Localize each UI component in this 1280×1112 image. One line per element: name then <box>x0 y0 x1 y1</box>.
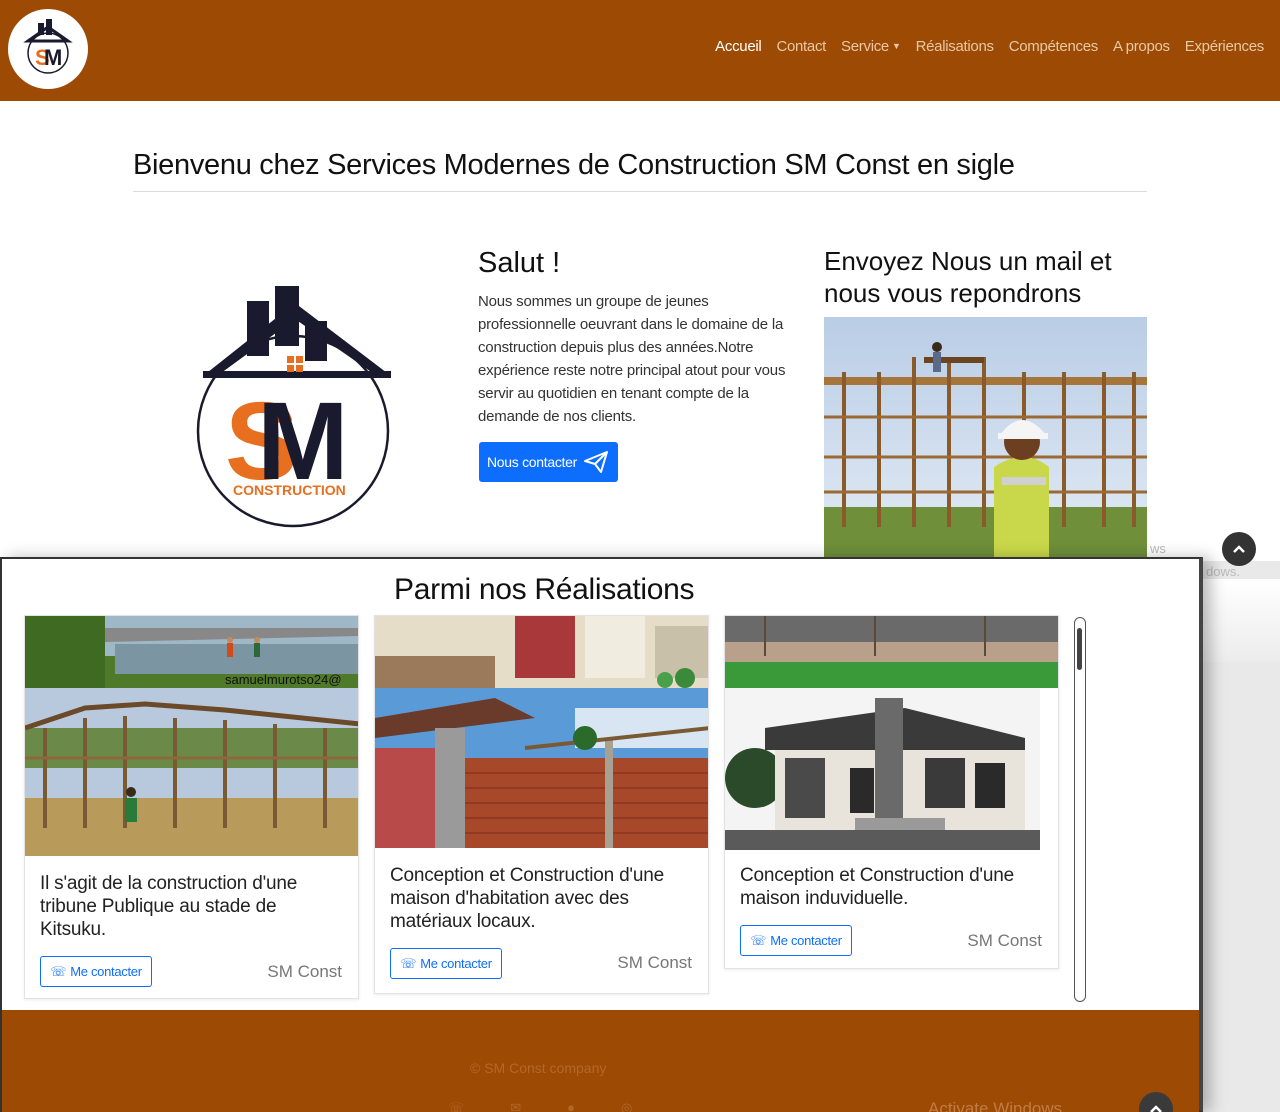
tribune-construction-photo <box>25 688 358 856</box>
facebook-icon[interactable]: ● <box>567 1100 575 1112</box>
caret-down-icon: ▼ <box>891 41 901 51</box>
card-2-brand: SM Const <box>617 953 692 972</box>
realisation-card-1: samuelmurotso24@ Il s'agit de la constru… <box>24 615 359 999</box>
phone-icon[interactable]: ☏ <box>448 1100 464 1112</box>
svg-text:samuelmurotso24@: samuelmurotso24@ <box>225 672 342 687</box>
card-3-contact-button[interactable]: ☏ Me contacter <box>740 925 852 956</box>
chevron-up-icon <box>1150 1105 1162 1112</box>
construction-worker-photo <box>824 317 1147 561</box>
realisation-card-2: Conception et Construction d'une maison … <box>374 615 709 994</box>
nav-realisations[interactable]: Réalisations <box>916 38 994 55</box>
nav-service-label: Service <box>841 38 889 55</box>
realisation-card-3: Conception et Construction d'une maison … <box>724 615 1059 969</box>
divider <box>133 191 1147 192</box>
footer-copyright: © SM Const company <box>470 1060 607 1076</box>
realisations-window: Parmi nos Réalisations samuelmurotso24@ <box>0 557 1203 1112</box>
card-2-description: Conception et Construction d'une maison … <box>390 865 664 932</box>
whatsapp-icon[interactable]: ◎ <box>621 1100 632 1112</box>
stadium-render-photo: samuelmurotso24@ <box>25 616 358 688</box>
footer-social-icons: ☏ ✉ ● ◎ <box>448 1100 632 1112</box>
footer: © SM Const company ☏ ✉ ● ◎ Activate Wind… <box>2 1010 1199 1112</box>
send-icon <box>583 451 608 473</box>
foundation-site-photo <box>725 616 1058 688</box>
nous-contacter-button[interactable]: Nous contacter <box>479 442 618 482</box>
nous-contacter-label: Nous contacter <box>487 454 577 470</box>
card-3-description: Conception et Construction d'une maison … <box>740 865 1014 909</box>
nav-links: Accueil Contact Service ▼ Réalisations Co… <box>715 38 1264 55</box>
card-2-contact-label: Me contacter <box>420 956 492 971</box>
card-3-contact-label: Me contacter <box>770 933 842 948</box>
house-garage-photo <box>375 616 708 688</box>
svg-text:M: M <box>44 45 62 70</box>
windows-watermark-2: dows. <box>1206 564 1240 579</box>
nav-contact[interactable]: Contact <box>776 38 826 55</box>
card-1-description: Il s'agit de la construction d'une tribu… <box>40 873 298 940</box>
intro-text: Nous sommes un groupe de jeunes professi… <box>478 293 786 425</box>
brick-house-construction-photo <box>375 688 708 856</box>
nav-accueil[interactable]: Accueil <box>715 38 762 55</box>
scroll-to-top-button-2[interactable] <box>1139 1092 1173 1112</box>
scrollbar-thumb[interactable] <box>1077 628 1082 670</box>
nav-service[interactable]: Service ▼ <box>841 38 901 55</box>
card-3-brand: SM Const <box>967 931 1042 950</box>
phone-icon: ☏ <box>50 963 67 979</box>
salut-heading: Salut ! <box>478 247 561 279</box>
mail-icon[interactable]: ✉ <box>510 1100 521 1112</box>
nav-experiences[interactable]: Expériences <box>1185 38 1265 55</box>
vertical-scrollbar[interactable] <box>1074 617 1086 1002</box>
nav-competences[interactable]: Compétences <box>1009 38 1099 55</box>
navbar: S M Accueil Contact Service ▼ Réalisation… <box>0 0 1280 101</box>
svg-text:CONSTRUCTION: CONSTRUCTION <box>233 482 346 498</box>
hero-section: Bienvenu chez Services Modernes de Const… <box>0 101 1280 662</box>
activate-windows-watermark: Activate Windows <box>928 1099 1063 1112</box>
realisations-heading: Parmi nos Réalisations <box>394 573 695 606</box>
windows-watermark: ws <box>1150 541 1166 556</box>
site-logo[interactable]: S M <box>8 9 88 89</box>
mail-heading: Envoyez Nous un mail et nous vous repond… <box>824 246 1112 308</box>
welcome-heading: Bienvenu chez Services Modernes de Const… <box>133 149 1015 181</box>
scroll-to-top-button[interactable] <box>1222 532 1256 566</box>
phone-icon: ☏ <box>750 932 767 948</box>
card-1-contact-label: Me contacter <box>70 964 142 979</box>
card-2-contact-button[interactable]: ☏ Me contacter <box>390 948 502 979</box>
card-1-contact-button[interactable]: ☏ Me contacter <box>40 956 152 987</box>
card-1-brand: SM Const <box>267 962 342 981</box>
phone-icon: ☏ <box>400 955 417 971</box>
chevron-up-icon <box>1233 545 1245 553</box>
nav-a-propos[interactable]: A propos <box>1113 38 1170 55</box>
modern-house-render-photo <box>725 688 1058 856</box>
sm-construction-logo: S M CONSTRUCTION <box>195 281 400 531</box>
